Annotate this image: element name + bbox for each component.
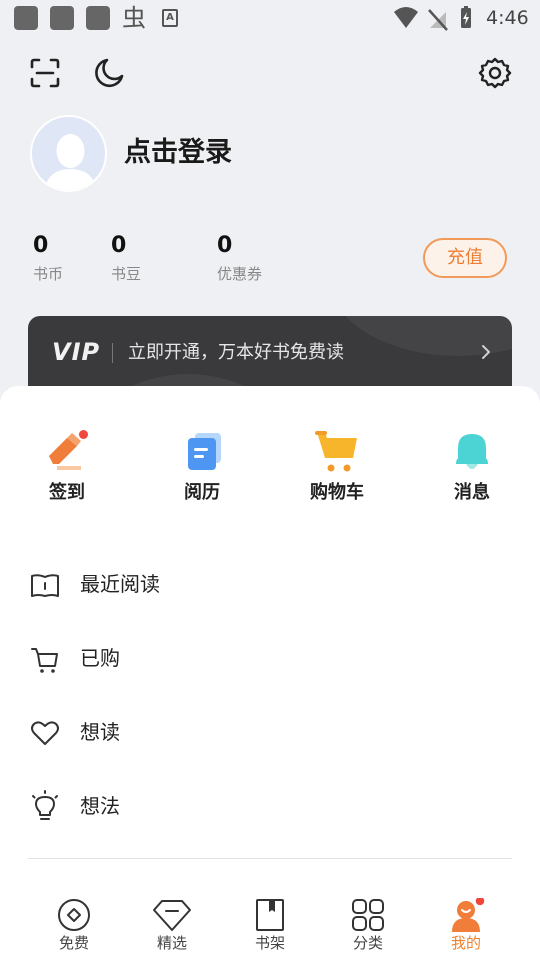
scan-icon[interactable] bbox=[28, 56, 62, 90]
quick-action-sign-in[interactable]: 签到 bbox=[22, 430, 112, 506]
divider bbox=[112, 343, 113, 363]
tab-mine[interactable]: 我的 bbox=[417, 886, 515, 960]
menu-item-want-to-read[interactable]: 想读 bbox=[28, 712, 512, 752]
tab-label: 精选 bbox=[156, 934, 187, 952]
notification-badge bbox=[474, 898, 486, 907]
stat-coins[interactable]: 0 书币 bbox=[33, 232, 63, 284]
stat-label: 书币 bbox=[33, 265, 64, 283]
stat-value: 0 bbox=[33, 233, 49, 258]
tab-label: 免费 bbox=[58, 934, 89, 952]
quick-action-label: 购物车 bbox=[310, 482, 364, 503]
clock: 4:46 bbox=[486, 7, 529, 29]
app-notification-icon: 虫 bbox=[122, 4, 146, 32]
bookshelf-icon bbox=[256, 899, 284, 931]
gem-icon bbox=[153, 900, 191, 931]
category-grid-icon bbox=[352, 899, 384, 931]
stat-beans[interactable]: 0 书豆 bbox=[111, 232, 141, 284]
tab-categories[interactable]: 分类 bbox=[319, 886, 417, 960]
chevron-right-icon bbox=[482, 345, 490, 359]
notification-badge bbox=[79, 430, 88, 439]
quick-action-label: 消息 bbox=[454, 482, 490, 503]
menu-item-thoughts[interactable]: 想法 bbox=[28, 786, 512, 826]
settings-gear-icon[interactable] bbox=[478, 56, 512, 90]
book-open-icon bbox=[31, 574, 59, 597]
stat-coupons[interactable]: 0 优惠券 bbox=[217, 232, 262, 284]
avatar[interactable] bbox=[30, 115, 107, 192]
tab-featured[interactable]: 精选 bbox=[123, 886, 221, 960]
menu-item-label: 已购 bbox=[80, 646, 120, 670]
night-mode-moon-icon[interactable] bbox=[92, 56, 126, 90]
quick-action-label: 签到 bbox=[49, 482, 85, 503]
tab-label: 书架 bbox=[254, 934, 285, 952]
vip-promo-text: 立即开通，万本好书免费读 bbox=[128, 342, 344, 363]
cart-outline-icon bbox=[31, 648, 58, 673]
notification-icon bbox=[50, 6, 74, 30]
lightbulb-icon bbox=[32, 790, 58, 820]
bell-icon bbox=[456, 434, 488, 469]
stat-label: 优惠券 bbox=[217, 265, 263, 283]
menu-item-recent-reading[interactable]: 最近阅读 bbox=[28, 564, 512, 604]
no-signal-icon bbox=[428, 9, 448, 31]
tab-label: 我的 bbox=[450, 934, 481, 952]
menu-item-label: 想法 bbox=[80, 794, 120, 818]
sign-in-pencil-icon bbox=[49, 430, 88, 470]
tab-bookshelf[interactable]: 书架 bbox=[221, 886, 319, 960]
keyboard-notification-icon: A bbox=[162, 9, 178, 27]
tab-free[interactable]: 免费 bbox=[25, 886, 123, 960]
free-diamond-icon bbox=[58, 899, 90, 931]
quick-action-cart[interactable]: 购物车 bbox=[292, 430, 382, 506]
default-avatar-icon bbox=[44, 134, 97, 190]
recharge-button[interactable]: 充值 bbox=[423, 238, 507, 278]
battery-charging-icon bbox=[461, 6, 471, 28]
stat-label: 书豆 bbox=[111, 265, 142, 283]
menu-item-purchased[interactable]: 已购 bbox=[28, 638, 512, 678]
vip-logo: VIP bbox=[52, 338, 101, 366]
quick-action-history[interactable]: 阅历 bbox=[157, 430, 247, 506]
quick-action-label: 阅历 bbox=[184, 482, 220, 503]
notification-icon bbox=[86, 6, 110, 30]
quick-action-messages[interactable]: 消息 bbox=[427, 430, 517, 506]
stat-value: 0 bbox=[111, 233, 127, 258]
divider bbox=[28, 858, 512, 859]
notification-icon bbox=[14, 6, 38, 30]
history-card-icon bbox=[188, 433, 221, 470]
login-link[interactable]: 点击登录 bbox=[124, 134, 232, 172]
tab-label: 分类 bbox=[352, 934, 383, 952]
heart-icon bbox=[31, 721, 59, 745]
menu-item-label: 最近阅读 bbox=[80, 572, 160, 596]
profile-person-icon bbox=[452, 898, 486, 932]
stat-value: 0 bbox=[217, 233, 233, 258]
wifi-icon bbox=[394, 7, 418, 28]
status-bar: 虫 A 4:46 bbox=[0, 0, 540, 38]
menu-item-label: 想读 bbox=[80, 720, 120, 744]
bottom-tab-bar: 免费 精选 书架 分类 我的 bbox=[0, 886, 540, 960]
shopping-cart-icon bbox=[315, 431, 357, 472]
